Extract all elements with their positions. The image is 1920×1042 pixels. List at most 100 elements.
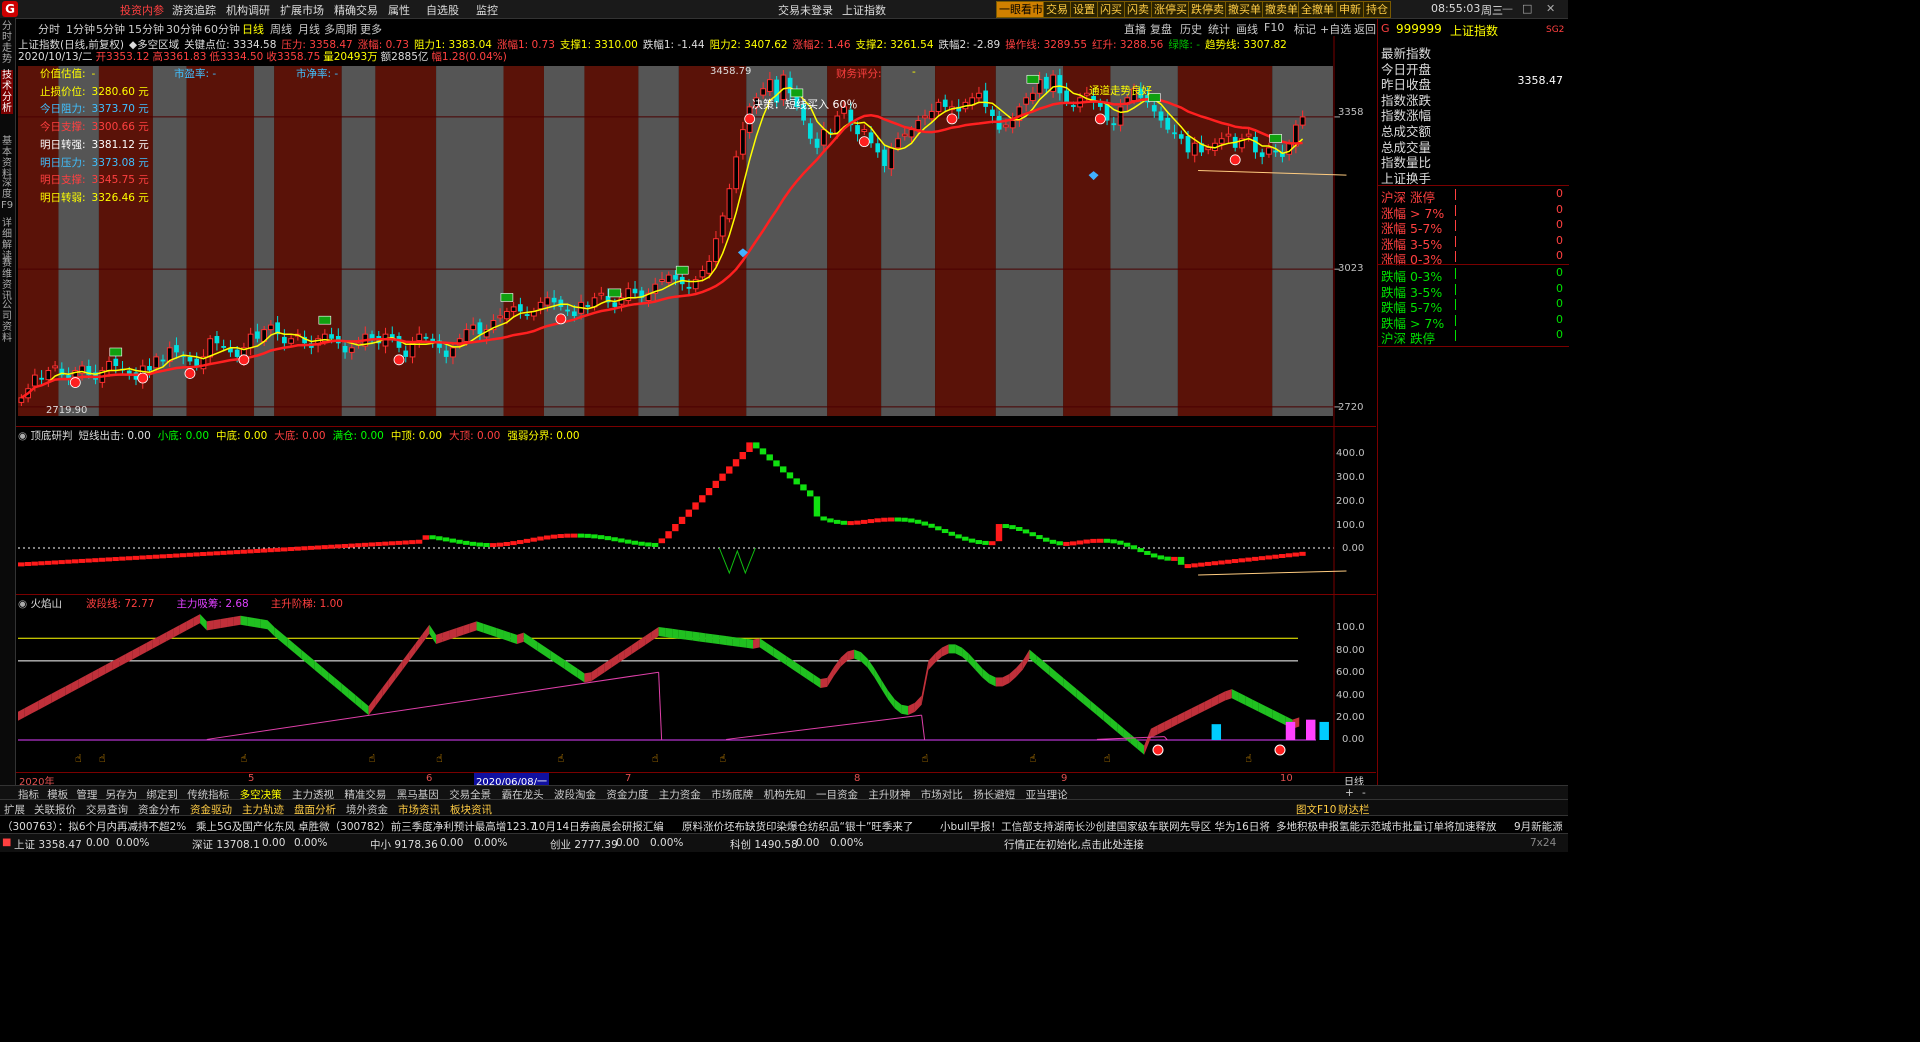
maximize-icon[interactable]: □	[1522, 2, 1532, 15]
period-tab[interactable]: 15分钟	[128, 21, 164, 37]
tab-bar-2: 扩展 关联报价 交易查询 资金分布 资金驱动 主力轨迹 盘面分析 境外资金 市场资讯 板块资讯 图文…	[0, 799, 1568, 816]
left-tab[interactable]: 深度F9	[1, 178, 13, 211]
oscillator-bar	[672, 524, 679, 532]
quote-row: 总成交量	[1381, 137, 1567, 155]
close-icon[interactable]: ✕	[1546, 2, 1555, 15]
news-item[interactable]: （300763）：拟6个月内再减持不超2%	[2, 819, 186, 834]
buy-marker-icon	[69, 377, 81, 388]
ladder-line	[726, 714, 922, 740]
wave-segment	[193, 614, 201, 627]
trade-button[interactable]: 撤卖单	[1262, 1, 1301, 18]
trade-button[interactable]: 跌停卖	[1188, 1, 1227, 18]
candle-body	[147, 366, 152, 371]
left-tab[interactable]: 分时走势	[1, 21, 13, 65]
remove-indicator-icon[interactable]: -	[1362, 787, 1366, 799]
trade-button[interactable]: 申新	[1336, 1, 1364, 18]
candle-body	[983, 90, 989, 107]
trade-button[interactable]: 持仓	[1363, 1, 1391, 18]
info-item: 波段线: 72.77	[86, 598, 155, 610]
period-tab[interactable]: 分时	[38, 21, 60, 37]
news-item[interactable]: 多地积极申报氢能示范城市批量订单将加速释放	[1276, 819, 1497, 834]
period-tab[interactable]: 60分钟	[204, 21, 240, 37]
minimize-icon[interactable]: —	[1502, 2, 1513, 15]
trade-button[interactable]: 交易	[1043, 1, 1071, 18]
wave-segment	[409, 642, 416, 661]
news-item[interactable]: 10月14日券商晨会研报汇编	[532, 819, 664, 834]
trade-button[interactable]: 闪卖	[1124, 1, 1152, 18]
news-item[interactable]: 原料涨价坯布缺货印染爆仓纺织品“银十”旺季来了	[682, 819, 913, 834]
period-tab[interactable]: 月线	[298, 21, 320, 37]
menu-item[interactable]: 扩展市场	[280, 2, 324, 18]
sub1-yaxis-label: 400.0	[1336, 448, 1365, 459]
chart-tool[interactable]: 历史	[1180, 21, 1202, 37]
candlestick-chart[interactable]	[16, 36, 1376, 426]
app-logo-icon[interactable]: G	[2, 1, 18, 17]
oscillator-bar	[361, 542, 369, 547]
wave-segment	[1130, 734, 1138, 750]
trade-button[interactable]: 撤买单	[1225, 1, 1264, 18]
distribution-bar	[1455, 235, 1456, 247]
wave-segment	[490, 625, 497, 638]
oscillator-bar	[112, 557, 119, 562]
wave-segment	[989, 674, 996, 687]
status-item[interactable]: 行情正在初始化,点击此处连接	[1004, 837, 1144, 852]
panel-toggle-icon[interactable]: ◉	[18, 430, 31, 442]
wave-segment	[570, 664, 578, 678]
left-tab[interactable]: 公司资料	[1, 300, 13, 344]
wave-segment	[759, 638, 767, 652]
sub2-yaxis-label: 40.00	[1336, 690, 1365, 701]
news-item[interactable]: 小bull早报！工信部支持湖南长沙创建国家级车联网先导区 华为16日将	[940, 819, 1270, 834]
chart-tool[interactable]: +自选	[1320, 21, 1351, 37]
menu-item[interactable]: 属性	[388, 2, 410, 18]
wave-segment	[240, 615, 248, 626]
period-tab[interactable]: 多周期	[324, 21, 357, 37]
oscillator-bar	[537, 536, 544, 541]
left-tab[interactable]: 赛维资讯	[1, 258, 13, 302]
trade-button[interactable]: 涨停买	[1151, 1, 1190, 18]
menu-item[interactable]: 自选股	[426, 2, 459, 18]
divider	[1378, 264, 1569, 265]
left-tab[interactable]: 基本资料	[1, 136, 13, 180]
oscillator-bar	[186, 552, 193, 557]
left-tab[interactable]: 技术分析	[1, 70, 13, 114]
chart-tool[interactable]: 直播	[1124, 21, 1146, 37]
menu-item[interactable]: 机构调研	[226, 2, 270, 18]
top-bottom-panel[interactable]: ◉ 顶底研判 短线出击: 0.00 小底: 0.00 中底: 0.00 大底: 0.00…	[16, 426, 1376, 595]
trade-button[interactable]: 一眼看市	[996, 1, 1046, 18]
value-label: 明日转弱:	[40, 191, 86, 204]
period-tab[interactable]: 日线	[242, 21, 264, 37]
chart-tool[interactable]: F10	[1264, 21, 1284, 34]
period-tab[interactable]: 1分钟	[66, 21, 95, 37]
menu-item[interactable]: 游资追踪	[172, 2, 216, 18]
period-tab[interactable]: 30分钟	[166, 21, 202, 37]
oscillator-bar	[665, 531, 672, 539]
left-tab[interactable]: 详细解读	[1, 218, 13, 262]
chart-tool[interactable]: 统计	[1208, 21, 1230, 37]
info-item: 额2885亿	[380, 51, 429, 63]
trade-button[interactable]: 全撤单	[1298, 1, 1337, 18]
news-item[interactable]: 乘上5G及国产化东风 卓胜微（300782）前三季度净利预计最高增123.7	[196, 819, 536, 834]
chart-tool[interactable]: 复盘	[1150, 21, 1172, 37]
trade-button[interactable]: 闪买	[1097, 1, 1125, 18]
main-chart-panel[interactable]: 上证指数(日线,前复权) ◆多空区域 关键点位: 3334.58 压力: 3358.4…	[16, 36, 1376, 426]
distribution-value: 0	[1556, 266, 1563, 279]
value-label: 明日压力:	[40, 156, 86, 169]
news-item[interactable]: 9月新能源	[1514, 819, 1563, 834]
menu-item[interactable]: 投资内参	[120, 2, 164, 18]
panel-toggle-icon[interactable]: ◉	[18, 598, 31, 610]
menu-item[interactable]: 精确交易	[334, 2, 378, 18]
trade-button[interactable]: 设置	[1070, 1, 1098, 18]
period-tab[interactable]: 周线	[270, 21, 292, 37]
oscillator-bar	[1063, 541, 1070, 546]
period-tab[interactable]: 5分钟	[96, 21, 125, 37]
oscillator-bar	[476, 542, 483, 547]
add-indicator-icon[interactable]: +	[1345, 787, 1354, 799]
menu-item[interactable]: 监控	[476, 2, 498, 18]
login-status[interactable]: 交易未登录	[778, 2, 833, 18]
candle-body	[1205, 147, 1212, 151]
flame-mountain-panel[interactable]: ☝ ☝ ☝ ☝ ☝ ☝ ☝ ☝ ☝ ☝ ☝ ☝ ◉ 火焰山 波段线: 72.77 主力吸筹: 2.68 主升…	[16, 594, 1376, 773]
chart-tool[interactable]: 标记	[1294, 21, 1316, 37]
chart-tool[interactable]: 返回	[1354, 21, 1376, 37]
period-tab[interactable]: 更多	[360, 21, 382, 37]
chart-tool[interactable]: 画线	[1236, 21, 1258, 37]
